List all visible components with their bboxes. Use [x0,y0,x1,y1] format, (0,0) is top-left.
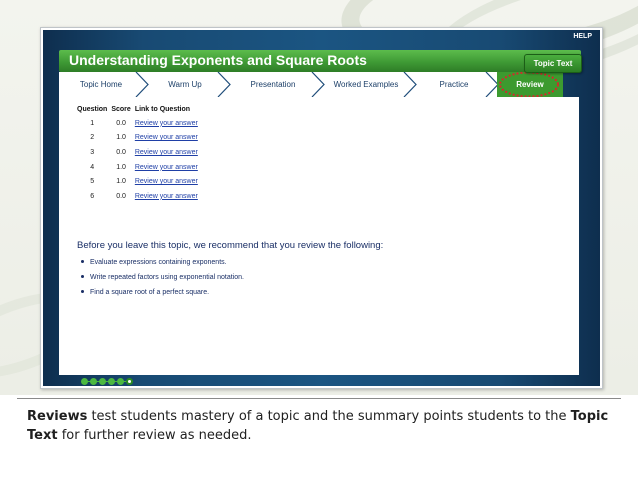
table-row: 6 0.0 Review your answer [77,189,202,204]
progress-dot-icon[interactable] [99,378,106,385]
list-item: Write repeated factors using exponential… [81,270,244,285]
column-header-link: Link to Question [134,106,191,113]
caption-divider [17,398,621,399]
recommendation-point: Evaluate expressions containing exponent… [90,259,227,266]
question-number: 3 [90,148,95,156]
question-number: 6 [90,192,95,200]
topic-text-button[interactable]: Topic Text [524,54,582,73]
table-row: 1 0.0 Review your answer [77,116,202,131]
tab-label: Worked Examples [333,80,399,89]
slide-caption: Reviews test students mastery of a topic… [27,407,615,445]
progress-dot-current-icon[interactable] [126,378,133,385]
tab-presentation[interactable]: Presentation [227,72,319,97]
table-row: 2 1.0 Review your answer [77,131,202,146]
progress-dot-icon[interactable] [117,378,124,385]
title-bar: Understanding Exponents and Square Roots [59,50,581,72]
list-item: Find a square root of a perfect square. [81,285,244,300]
tab-label: Practice [439,80,469,89]
score-table: Question Score Link to Question 1 0.0 Re… [77,103,202,204]
question-score: 0.0 [116,119,126,127]
question-score: 1.0 [116,134,126,142]
caption-text: for further review as needed. [57,428,252,443]
progress-dot-icon[interactable] [90,378,97,385]
question-number: 5 [90,178,95,186]
recommendation-list: Evaluate expressions containing exponent… [81,255,244,300]
help-link[interactable]: HELP [573,33,592,40]
page-title: Understanding Exponents and Square Roots [69,52,367,68]
tab-practice[interactable]: Practice [413,72,495,97]
tab-label: Presentation [250,80,296,89]
progress-dot-icon[interactable] [81,378,88,385]
review-answer-link[interactable]: Review your answer [135,149,198,156]
table-row: 4 1.0 Review your answer [77,160,202,175]
tab-topic-home[interactable]: Topic Home [59,72,143,97]
caption-bold-reviews: Reviews [27,409,88,424]
review-answer-link[interactable]: Review your answer [135,178,198,185]
recommendation-point: Find a square root of a perfect square. [90,289,210,296]
question-score: 0.0 [116,148,126,156]
caption-text: test students mastery of a topic and the… [87,409,571,424]
question-score: 0.0 [116,192,126,200]
question-score: 1.0 [116,163,126,171]
recommendation-point: Write repeated factors using exponential… [90,274,244,281]
column-header-question: Question [77,106,108,113]
question-score: 1.0 [116,178,126,186]
review-answer-link[interactable]: Review your answer [135,134,198,141]
tab-strip: Topic Home Warm Up Presentation Worked E… [59,71,563,98]
recommendation-intro: Before you leave this topic, we recommen… [77,240,384,251]
tab-worked-examples[interactable]: Worked Examples [321,72,411,97]
progress-dot-icon[interactable] [108,378,115,385]
question-number: 1 [90,119,95,127]
tab-warm-up[interactable]: Warm Up [145,72,225,97]
review-answer-link[interactable]: Review your answer [135,193,198,200]
screenshot-frame: HELP Understanding Exponents and Square … [40,27,603,389]
table-row: 3 0.0 Review your answer [77,145,202,160]
review-answer-link[interactable]: Review your answer [135,164,198,171]
table-header-row: Question Score Link to Question [77,103,202,116]
tab-label: Warm Up [168,80,202,89]
tab-label: Topic Home [79,80,123,89]
review-content-panel: Question Score Link to Question 1 0.0 Re… [59,97,579,375]
question-number: 4 [90,163,95,171]
column-header-score: Score [111,106,131,113]
bullet-dot-icon [81,289,84,293]
bullet-dot-icon [81,259,84,263]
table-row: 5 1.0 Review your answer [77,174,202,189]
dotted-ellipse-highlight [499,71,559,98]
question-number: 2 [90,134,95,142]
list-item: Evaluate expressions containing exponent… [81,255,244,270]
bullet-dot-icon [81,274,84,278]
review-answer-link[interactable]: Review your answer [135,120,198,127]
lesson-app-window: HELP Understanding Exponents and Square … [43,30,600,386]
